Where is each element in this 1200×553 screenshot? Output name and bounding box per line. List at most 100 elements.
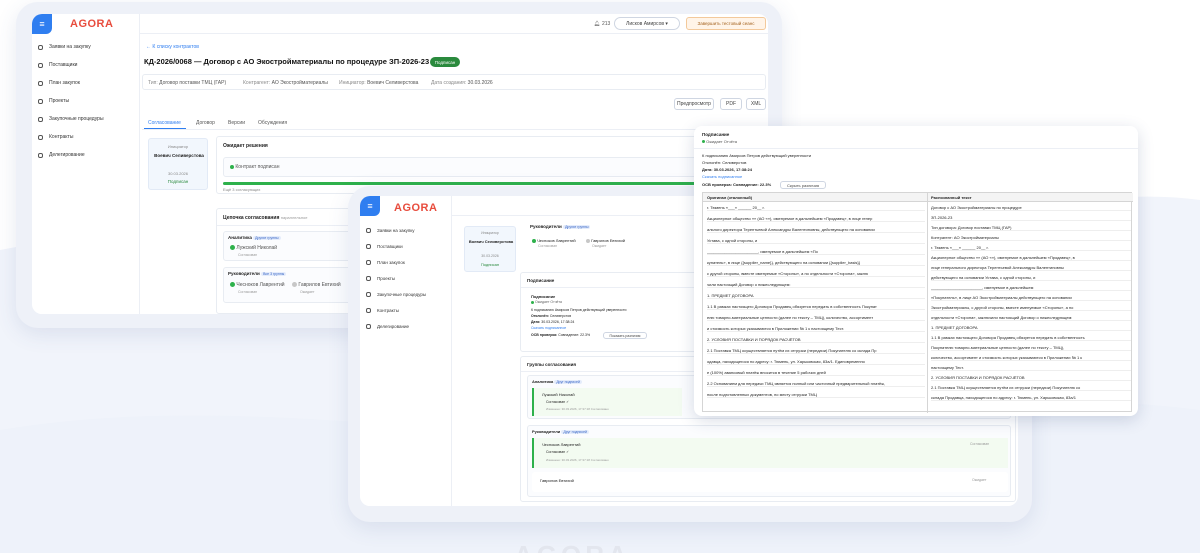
doc-line: 1. ПРЕДМЕТ ДОГОВОРА (707, 293, 925, 299)
signing-download-link[interactable]: Скачать подписанное (531, 326, 566, 330)
hide-diff-button[interactable]: Скрыть различия (780, 181, 826, 189)
doc-line: 2. УСЛОВИЯ ПОСТАВКИ И ПОРЯДОК РАСЧЁТОВ (931, 375, 1131, 381)
pending-dot-icon (292, 282, 297, 288)
sidebar-item-label: Контракты (377, 308, 399, 313)
front-sidebar-item-suppliers[interactable]: Поставщики (366, 244, 403, 249)
front-g2-date: Изменено: 30.03.2026, 17:37:18 Согласова… (546, 458, 609, 462)
folder-icon (366, 276, 371, 281)
front-g1-date: Изменено: 30.03.2026, 17:37:18 Согласова… (546, 407, 609, 411)
doc-col-left-header: Оригинал (эталонный) (707, 195, 753, 200)
meta-initiator: Инициатор: Воевич Селиверстова (339, 80, 419, 86)
doc-line: е (100%) авансовый платёж вносится в теч… (707, 370, 925, 376)
document-compare-window: Подписание Ожидает Отчёта К подписанию А… (694, 126, 1138, 416)
front-initiator-status: Подписан (480, 262, 500, 267)
signer-label: Контракт подписан (230, 164, 279, 170)
doc-download-link[interactable]: Скачать подписанное (702, 174, 742, 179)
stack-icon (366, 324, 371, 329)
front-sidebar-item-requests[interactable]: Заявки на закупку (366, 228, 415, 233)
tab-approval[interactable]: Согласование (148, 120, 181, 126)
brand-logo: AGORA (70, 18, 114, 30)
top-bar: 🔔︎ 213 Лисков Амирсов ▾ Завершить тестов… (140, 14, 768, 34)
signing-label: Подписание (531, 294, 556, 299)
doc-who: К подписанию Амирсов Петров действующий … (702, 153, 812, 158)
end-session-button[interactable]: Завершить тестовый сеанс (686, 17, 766, 30)
user-menu-button[interactable]: Лисков Амирсов ▾ (614, 17, 680, 30)
front-sidebar-item-plan[interactable]: План закупок (366, 260, 405, 265)
front-sidebar-item-delegation[interactable]: Делегирование (366, 324, 409, 329)
signing-date: Дата: 30.03.2026, 17:38:24 (531, 320, 575, 324)
list-icon (38, 116, 43, 122)
page-title: КД-2026/0068 — Договор с АО Экостроймате… (144, 57, 430, 66)
doc-column-divider (927, 193, 928, 413)
signing-who: К подписанию Амирсов Петров действующий … (531, 308, 627, 312)
sidebar-item-label: Заявки на закупку (377, 228, 415, 233)
sidebar-item-label: Заявки на закупку (49, 44, 91, 50)
front-group-managers: Руководители Друг подписей Чесноков Лавр… (527, 425, 1011, 497)
initiator-card: Инициатор Воевич Селиверстова 30.03.2026… (148, 138, 208, 190)
front-chain-title: Группы согласования (527, 362, 577, 367)
front-sidebar-item-contracts[interactable]: Контракты (366, 308, 399, 313)
tab-contract[interactable]: Договор (196, 120, 215, 126)
sidebar-item-label: Делегирование (377, 324, 410, 329)
building-icon (366, 244, 371, 249)
app-logo[interactable]: ≡ (32, 14, 52, 34)
sidebar-item-suppliers[interactable]: Поставщики (38, 62, 77, 68)
doc-line: 1. ПРЕДМЕТ ДОГОВОРА (931, 325, 1131, 331)
front-g3-person: Гаврилов Евтихий (540, 478, 574, 483)
approved-dot-icon (532, 238, 536, 243)
front-sidebar-item-projects[interactable]: Проекты (366, 276, 395, 281)
group-analytics-state: Согласован (238, 253, 258, 257)
calendar-icon (38, 80, 43, 86)
sidebar-item-label: Поставщики (49, 62, 78, 68)
tabs-divider (142, 129, 768, 130)
initiator-status: Подписан (167, 179, 189, 184)
preview-button[interactable]: Предпросмотр (674, 98, 714, 110)
group-managers-person1-state: Согласован (238, 290, 258, 294)
doc-line: отдельности «Сторона», заключили настоящ… (931, 315, 1131, 321)
sidebar-item-projects[interactable]: Проекты (38, 98, 69, 104)
doc-line: количество, ассортимент и стоимость кото… (931, 355, 1131, 361)
front-initiator-date: 30.03.2026 (481, 254, 499, 258)
doc-line: елю товарно-материальные ценности (далее… (707, 315, 925, 321)
calendar-icon (366, 260, 371, 265)
front-g1-state: Согласован ✓ (546, 400, 570, 404)
sidebar-item-delegation[interactable]: Делегирование (38, 152, 85, 158)
tab-discussions[interactable]: Обсуждения (258, 120, 287, 126)
front-group-managers-title: Руководители Друг подписей (532, 429, 589, 434)
building-icon (38, 62, 43, 68)
doc-line: г. Тюмень «___» ______ 20__ г. (707, 205, 925, 211)
meta-type: Тип: Договор поставки ТМЦ (ГАР) (148, 80, 227, 86)
signing-card-title: Подписание (527, 278, 555, 283)
front-group-managers-entry: Чесноков Лаврентий Согласован ✓ Изменено… (532, 438, 1008, 468)
doc-left-column: г. Тюмень «___» ______ 20__ г. Акционерно… (707, 205, 925, 411)
doc-line: 1.1 В рамках настоящего Договора Продаве… (931, 335, 1131, 341)
group-managers-person2-state: Ожидает (300, 290, 315, 294)
user-icon (366, 228, 371, 233)
success-dot-icon (702, 140, 705, 144)
group-managers-person2: Гаврилов Евтихий (292, 282, 341, 288)
doc-line: 2.2 Основанием для передачи ТМЦ является… (707, 381, 925, 387)
pdf-button[interactable]: PDF (720, 98, 742, 110)
xml-button[interactable]: XML (746, 98, 766, 110)
show-diff-button[interactable]: Показать различия (603, 332, 647, 339)
sidebar-item-contracts[interactable]: Контракты (38, 134, 73, 140)
doc-line: ЗП-2026-23 (931, 215, 1131, 221)
list-icon (366, 292, 371, 297)
sidebar-item-requests[interactable]: Заявки на закупку (38, 44, 91, 50)
doc-line: действующего на основании Устава, с одно… (931, 275, 1131, 281)
success-dot-icon (230, 164, 234, 169)
sidebar-item-label: Проекты (49, 98, 70, 104)
sidebar-item-plan[interactable]: План закупок (38, 80, 80, 86)
sidebar-item-procedures[interactable]: Закупочные процедуры (38, 116, 104, 122)
tab-versions[interactable]: Версии (228, 120, 245, 126)
chain-title: Цепочка согласования параллельное (223, 215, 308, 221)
bottom-brand-watermark: AGORA (514, 540, 631, 553)
front-sidebar-item-procedures[interactable]: Закупочные процедуры (366, 292, 426, 297)
meta-counterparty: Контрагент: АО Экостройматериалы (243, 80, 328, 86)
group-managers-person1: Чесноков Лаврентий (230, 282, 285, 288)
back-link[interactable]: ← К списку контрактов (146, 44, 199, 50)
doc-user: Отклонён: Селиверстов (702, 160, 747, 165)
front-g1-person: Лужский Николай (542, 392, 575, 397)
front-app-logo[interactable]: ≡ (360, 196, 380, 216)
notification-bell-icon[interactable]: 🔔︎ (594, 21, 600, 27)
